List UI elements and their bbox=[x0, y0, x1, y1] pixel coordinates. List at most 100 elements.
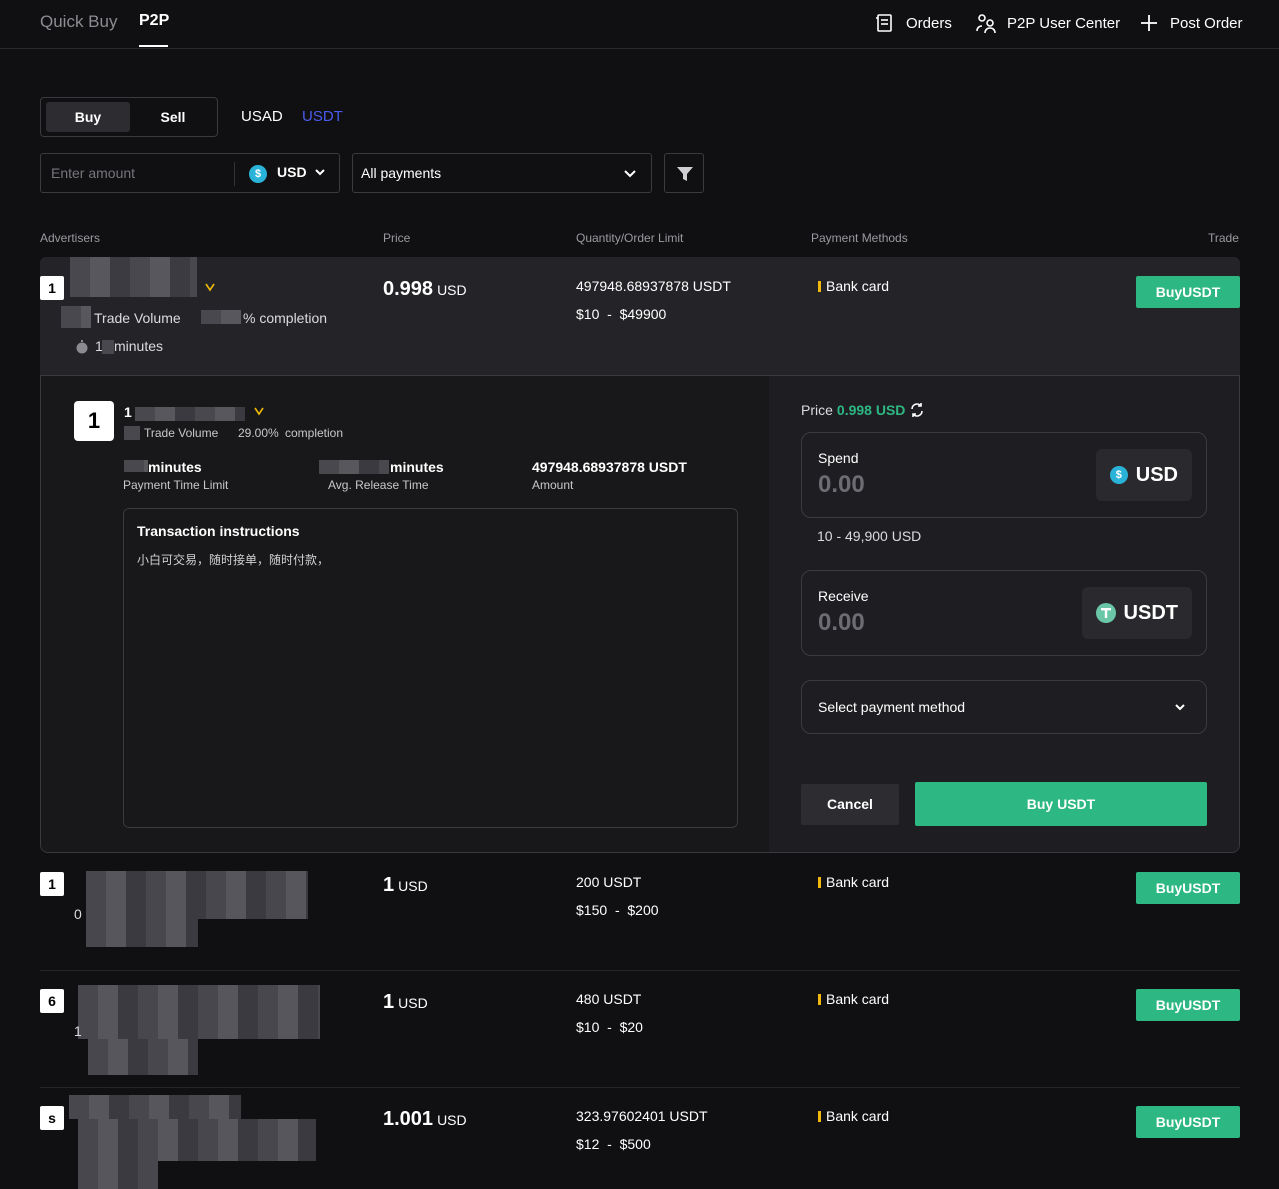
redacted-name bbox=[69, 1095, 241, 1119]
avg-release-time-value: minutes bbox=[390, 459, 444, 475]
order-limit: $10 - $20 bbox=[576, 1019, 643, 1035]
payment-filter-label: All payments bbox=[361, 165, 442, 181]
buy-usdt-button[interactable]: BuyUSDT bbox=[1136, 1106, 1240, 1138]
redacted-info bbox=[86, 919, 198, 947]
row-divider bbox=[40, 970, 1240, 971]
users-icon bbox=[976, 14, 996, 34]
quantity-value: 480 USDT bbox=[576, 991, 642, 1007]
advertiser-avatar: s bbox=[40, 1106, 64, 1130]
buy-usdt-button[interactable]: BuyUSDT bbox=[1136, 872, 1240, 904]
filter-button[interactable] bbox=[664, 153, 704, 193]
payment-time-limit-label: Payment Time Limit bbox=[123, 478, 229, 492]
confirm-buy-button[interactable]: Buy USDT bbox=[915, 782, 1207, 826]
spend-range: 10 - 49,900 USD bbox=[817, 528, 922, 544]
avg-release-time-label: Avg. Release Time bbox=[328, 478, 429, 492]
tab-p2p[interactable]: P2P bbox=[139, 12, 169, 30]
user-center-link[interactable]: P2P User Center bbox=[975, 12, 1120, 34]
limit-max: $500 bbox=[619, 1136, 651, 1152]
refresh-icon[interactable] bbox=[909, 402, 925, 418]
payment-filter-select[interactable]: All payments bbox=[352, 153, 652, 193]
advertiser-name-prefix: 1 bbox=[124, 404, 132, 420]
coin-tab-usdt[interactable]: USDT bbox=[302, 108, 343, 125]
limit-sep: - bbox=[614, 902, 620, 918]
quantity-value: 323.97602401 USDT bbox=[576, 1108, 708, 1124]
verified-badge-icon bbox=[254, 407, 264, 416]
limit-sep: - bbox=[607, 1136, 612, 1152]
spend-input[interactable]: 0.00 bbox=[818, 471, 865, 499]
transaction-instructions: Transaction instructions 小白可交易，随时接单，随时付款… bbox=[123, 508, 738, 828]
buy-sell-toggle: Buy Sell bbox=[40, 97, 218, 137]
payment-time-limit-value: minutes bbox=[148, 459, 202, 475]
redacted-info-2 bbox=[78, 1161, 158, 1189]
col-advertisers: Advertisers bbox=[40, 231, 101, 245]
redacted-advertiser-name bbox=[135, 407, 245, 421]
receive-currency: USDT bbox=[1081, 587, 1192, 639]
chevron-down-icon bbox=[624, 170, 636, 178]
quantity-value: 200 USDT bbox=[576, 874, 642, 890]
payment-method: Bank card bbox=[818, 278, 889, 294]
buy-toggle-button[interactable]: Buy bbox=[46, 102, 130, 132]
redacted-time-limit bbox=[124, 460, 148, 472]
payment-method-select[interactable]: Select payment method bbox=[801, 680, 1207, 734]
plus-icon bbox=[1141, 15, 1157, 31]
row-side-text: 0 bbox=[74, 906, 82, 922]
orders-link[interactable]: Orders bbox=[874, 12, 952, 34]
current-price: Price 0.998 USD bbox=[801, 402, 925, 418]
advertiser-avatar: 1 bbox=[40, 872, 64, 896]
spend-field[interactable]: Spend 0.00 $ USD bbox=[801, 432, 1207, 518]
order-limit: $150 - $200 bbox=[576, 902, 659, 918]
payment-method: Bank card bbox=[818, 991, 889, 1007]
amount-label: Amount bbox=[532, 478, 574, 492]
receive-label: Receive bbox=[818, 588, 869, 604]
limit-min: $10 bbox=[576, 1019, 600, 1035]
verified-badge-icon bbox=[205, 283, 215, 292]
tab-quick-buy[interactable]: Quick Buy bbox=[40, 12, 117, 32]
timer-icon bbox=[76, 340, 88, 354]
instructions-body: 小白可交易，随时接单，随时付款， bbox=[137, 553, 330, 567]
post-order-link[interactable]: Post Order bbox=[1138, 12, 1243, 34]
completion-label: completion bbox=[285, 426, 344, 440]
receive-field[interactable]: Receive 0.00 USDT bbox=[801, 570, 1207, 656]
price-value: 1.001 USD bbox=[383, 1108, 467, 1131]
spend-currency: $ USD bbox=[1095, 449, 1192, 501]
price-label: Price bbox=[801, 402, 833, 418]
limit-max: $20 bbox=[619, 1019, 643, 1035]
price-number: 1 bbox=[383, 991, 395, 1013]
active-tab-underline bbox=[139, 45, 168, 47]
limit-min: $12 bbox=[576, 1136, 600, 1152]
order-detail-panel: 1 1 Trade Volume 29.00% completion minut… bbox=[40, 375, 1240, 853]
payment-method: Bank card bbox=[818, 874, 889, 890]
currency-select[interactable]: USD bbox=[277, 164, 326, 180]
buy-usdt-button[interactable]: BuyUSDT bbox=[1136, 276, 1240, 308]
filter-icon bbox=[677, 167, 693, 181]
cancel-button[interactable]: Cancel bbox=[801, 784, 899, 825]
limit-min: $10 bbox=[576, 306, 600, 322]
coin-tab-usad[interactable]: USAD bbox=[241, 108, 283, 125]
completion-percent: 29.00% bbox=[238, 426, 279, 440]
payment-method-placeholder: Select payment method bbox=[818, 699, 966, 715]
payment-method: Bank card bbox=[818, 1108, 889, 1124]
table-row[interactable]: 1 Trade Volume % completion 1 minutes 0.… bbox=[40, 257, 1240, 375]
spend-label: Spend bbox=[818, 450, 859, 466]
amount-input[interactable]: Enter amount bbox=[51, 165, 135, 181]
tether-icon bbox=[1095, 603, 1116, 623]
chevron-down-icon bbox=[315, 169, 326, 176]
redacted-completion bbox=[201, 310, 241, 324]
amount-field[interactable]: Enter amount $ USD bbox=[40, 153, 340, 193]
buy-usdt-button[interactable]: BuyUSDT bbox=[1136, 989, 1240, 1021]
price-value: 1 USD bbox=[383, 991, 428, 1014]
sell-toggle-button[interactable]: Sell bbox=[131, 102, 215, 132]
redacted-info bbox=[78, 1119, 316, 1161]
redacted-release-time bbox=[319, 460, 389, 474]
redacted-name bbox=[70, 257, 197, 297]
amount-divider bbox=[234, 162, 235, 186]
trade-volume-label: Trade Volume bbox=[94, 310, 181, 326]
orders-label: Orders bbox=[906, 14, 952, 32]
order-limit: $10 - $49900 bbox=[576, 306, 666, 322]
receive-input[interactable]: 0.00 bbox=[818, 609, 865, 637]
price-currency: USD bbox=[437, 282, 467, 298]
price-currency: USD bbox=[437, 1112, 467, 1128]
row-divider bbox=[40, 1087, 1240, 1088]
price-number: 1 bbox=[383, 874, 395, 896]
usd-coin-icon: $ bbox=[249, 165, 267, 183]
